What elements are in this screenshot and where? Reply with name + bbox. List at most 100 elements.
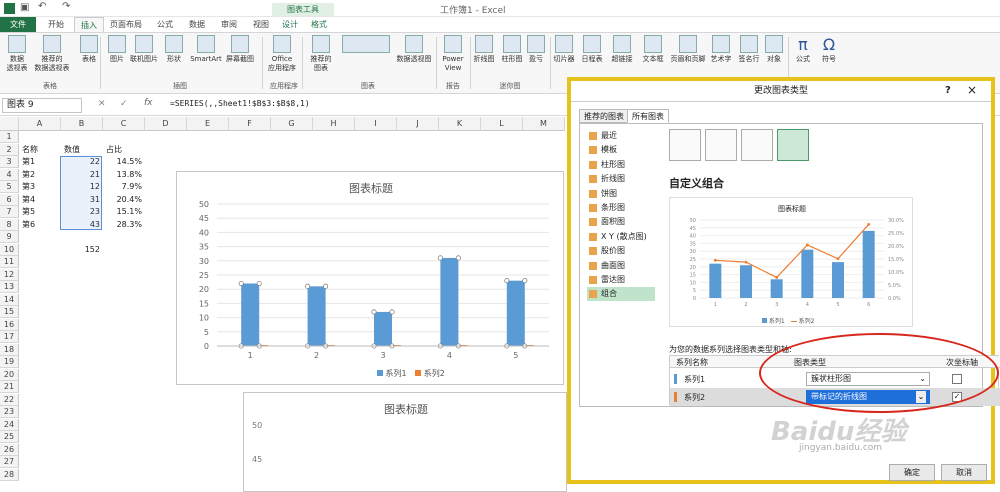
save-icon[interactable]: ▣ <box>20 2 29 13</box>
tab-page-layout[interactable]: 页面布局 <box>106 17 146 32</box>
thumb-area-column[interactable] <box>741 129 773 161</box>
cell[interactable]: 占比 <box>103 144 145 156</box>
recommended-charts-button[interactable]: 推荐的 图表 <box>304 35 338 73</box>
object-button[interactable]: 对象 <box>762 35 786 64</box>
row-header[interactable]: 27 <box>0 456 19 468</box>
row-header[interactable]: 11 <box>0 256 19 268</box>
chart-1[interactable]: 图表标题 0 5 10 15 20 25 30 35 40 45 50 1 2 3 4 5 系列1 系列2 <box>176 171 564 385</box>
shapes-button[interactable]: 形状 <box>160 35 188 64</box>
timeline-button[interactable]: 日程表 <box>578 35 606 64</box>
tab-data[interactable]: 数据 <box>182 17 212 32</box>
pivot-table-button[interactable]: 数据 透视表 <box>0 35 34 73</box>
tab-file[interactable]: 文件 <box>0 17 36 32</box>
column-header[interactable]: D <box>145 117 187 131</box>
tab-design[interactable]: 设计 <box>276 17 304 32</box>
cell[interactable]: 13.8% <box>103 169 145 181</box>
selection-handle[interactable] <box>323 283 329 289</box>
smartart-button[interactable]: SmartArt <box>188 35 224 64</box>
select-all-corner[interactable] <box>0 117 19 131</box>
tab-view[interactable]: 视图 <box>246 17 276 32</box>
column-header[interactable]: A <box>19 117 61 131</box>
cell[interactable]: 第2 <box>19 169 61 181</box>
name-box[interactable]: 图表 9 <box>2 98 82 113</box>
row-header[interactable]: 20 <box>0 368 19 381</box>
row-header[interactable]: 14 <box>0 293 19 306</box>
chart-type-buttons[interactable] <box>338 35 394 55</box>
textbox-button[interactable]: 文本框 <box>638 35 668 64</box>
column-header[interactable]: M <box>523 117 565 131</box>
chart-type-item[interactable]: 饼图 <box>587 187 655 201</box>
column-header[interactable]: L <box>481 117 523 131</box>
chart-type-item[interactable]: 曲面图 <box>587 259 655 273</box>
sparkline-winloss-button[interactable]: 盈亏 <box>524 35 548 64</box>
selection-handle[interactable] <box>238 280 244 287</box>
chart-type-item[interactable]: 模板 <box>587 143 655 157</box>
cell[interactable]: 第3 <box>19 181 61 193</box>
row-header[interactable]: 21 <box>0 381 19 393</box>
cell[interactable]: 第6 <box>19 219 61 231</box>
row-header[interactable]: 6 <box>0 193 19 206</box>
selection-handle[interactable] <box>305 283 311 289</box>
row-header[interactable]: 12 <box>0 268 19 281</box>
hyperlink-button[interactable]: 超链接 <box>608 35 636 64</box>
chart-type-item[interactable]: 面积图 <box>587 215 655 229</box>
chart-type-item[interactable]: X Y (散点图) <box>587 230 655 244</box>
chart-2[interactable]: 图表标题 50 45 <box>243 392 567 492</box>
row-header[interactable]: 17 <box>0 331 19 343</box>
screenshot-button[interactable]: 屏幕截图 <box>224 35 256 64</box>
equation-button[interactable]: π 公式 <box>790 35 816 64</box>
cell[interactable]: 7.9% <box>103 181 145 193</box>
cell[interactable]: 名称 <box>19 144 61 156</box>
tab-home[interactable]: 开始 <box>40 17 72 32</box>
chart-type-item[interactable]: 组合 <box>587 287 655 302</box>
row-header[interactable]: 10 <box>0 243 19 256</box>
chart-1-legend[interactable]: 系列1 系列2 <box>377 368 445 379</box>
column-header[interactable]: F <box>229 117 271 131</box>
row-header[interactable]: 19 <box>0 356 19 368</box>
tab-review[interactable]: 审阅 <box>214 17 244 32</box>
cell[interactable]: 第1 <box>19 156 61 168</box>
tab-all-charts[interactable]: 所有图表 <box>627 109 669 123</box>
cell[interactable]: 152 <box>61 244 103 256</box>
column-header[interactable]: H <box>313 117 355 131</box>
bar-series1[interactable] <box>374 311 392 346</box>
chart-type-item[interactable]: 雷达图 <box>587 273 655 287</box>
ok-button[interactable]: 确定 <box>889 464 935 481</box>
wordart-button[interactable]: 艺术字 <box>706 35 736 64</box>
redo-icon[interactable]: ↷ <box>62 1 70 12</box>
cell[interactable]: 数值 <box>61 144 103 156</box>
office-apps-button[interactable]: Office 应用程序 <box>264 35 300 73</box>
selection-handle[interactable] <box>389 309 395 315</box>
selection-handle[interactable] <box>522 278 528 284</box>
row-header[interactable]: 2 <box>0 143 19 156</box>
row-header[interactable]: 26 <box>0 443 19 456</box>
row-header[interactable]: 15 <box>0 306 19 318</box>
chart-type-item[interactable]: 柱形图 <box>587 158 655 172</box>
signature-line-button[interactable]: 签名行 <box>734 35 764 64</box>
function-icon[interactable]: fx <box>144 98 153 108</box>
selection-handle[interactable] <box>371 309 377 315</box>
row-header[interactable]: 9 <box>0 231 19 243</box>
column-header[interactable]: J <box>397 117 439 131</box>
row-header[interactable]: 22 <box>0 393 19 406</box>
thumb-custom-combo[interactable] <box>777 129 809 161</box>
sparkline-line-button[interactable]: 折线图 <box>470 35 498 64</box>
bar-series1[interactable] <box>307 286 326 346</box>
cell[interactable]: 第5 <box>19 206 61 218</box>
cell[interactable]: 第4 <box>19 194 61 206</box>
chart-type-item[interactable]: 折线图 <box>587 172 655 186</box>
selection-handle[interactable] <box>455 255 461 261</box>
row-header[interactable]: 24 <box>0 418 19 431</box>
row-header[interactable]: 8 <box>0 218 19 231</box>
row-header[interactable]: 28 <box>0 468 19 481</box>
selection-handle[interactable] <box>256 280 262 287</box>
row-header[interactable]: 13 <box>0 281 19 293</box>
selection-handle[interactable] <box>504 278 510 284</box>
recommended-pivot-button[interactable]: 推荐的 数据透视表 <box>30 35 74 73</box>
bar-series1[interactable] <box>241 283 260 346</box>
row-header[interactable]: 25 <box>0 431 19 443</box>
slicer-button[interactable]: 切片器 <box>550 35 578 64</box>
online-pictures-button[interactable]: 联机图片 <box>128 35 160 64</box>
column-header[interactable]: K <box>439 117 481 131</box>
column-header[interactable]: G <box>271 117 313 131</box>
